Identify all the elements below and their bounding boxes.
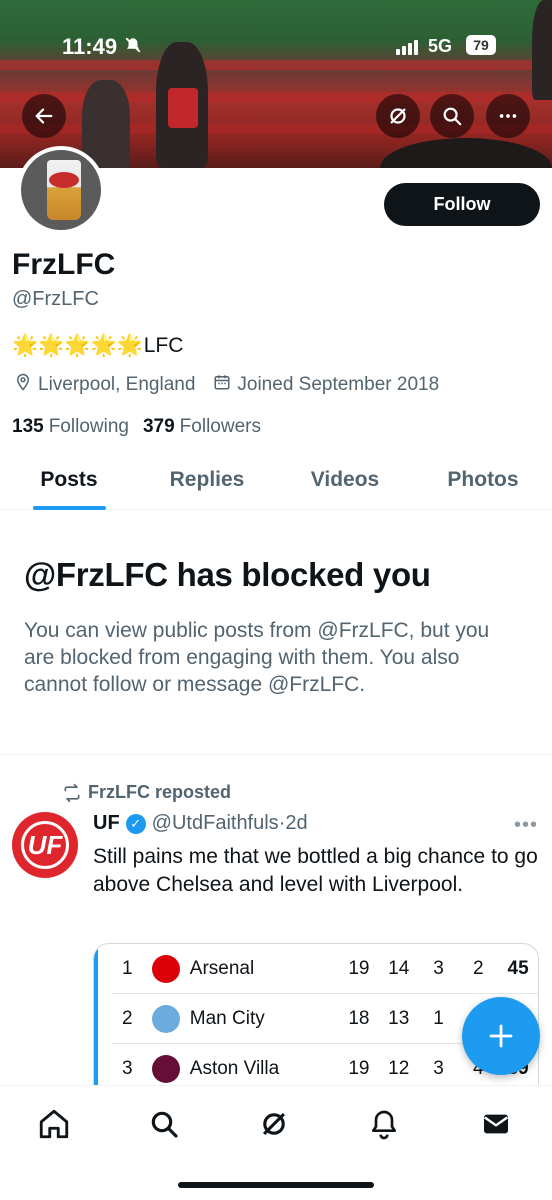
blocked-message: You can view public posts from @FrzLFC, … — [24, 619, 490, 696]
tweet-avatar[interactable]: UF — [12, 812, 78, 878]
mail-icon — [483, 1114, 509, 1134]
played: 19 — [348, 957, 370, 979]
profile-banner — [0, 0, 552, 168]
played: 19 — [348, 1058, 370, 1079]
repost-icon — [64, 783, 80, 802]
tweet-author-handle[interactable]: @UtdFaithfuls·2d — [152, 812, 308, 835]
tweet-text: Still pains me that we bottled a big cha… — [93, 845, 538, 896]
tab-videos[interactable]: Videos — [276, 456, 414, 509]
won: 12 — [388, 1058, 410, 1079]
search-icon — [443, 107, 462, 126]
tweet-more-icon[interactable]: ••• — [514, 814, 538, 837]
battery-indicator: 79 — [466, 35, 496, 55]
repost-indicator: FrzLFC reposted — [62, 782, 231, 803]
won: 14 — [388, 957, 410, 979]
tweet-author-name[interactable]: UF — [93, 812, 120, 835]
profile-meta: Liverpool, England Joined September 2018 — [14, 373, 457, 397]
tweet-header: UF ✓ @UtdFaithfuls·2d — [93, 812, 308, 835]
search-button[interactable] — [430, 94, 474, 138]
following-link[interactable]: 135 Following — [12, 416, 129, 438]
more-button[interactable] — [486, 94, 530, 138]
followers-link[interactable]: 379 Followers — [143, 416, 261, 438]
blocked-title: @FrzLFC has blocked you — [24, 556, 431, 593]
drawn: 1 — [433, 1007, 444, 1029]
pos: 1 — [122, 957, 133, 979]
profile-counts: 135 Following 379 Followers — [12, 416, 261, 438]
bio-stars: 🌟🌟🌟🌟🌟 — [12, 334, 143, 357]
status-bar: 11:49 5G 79 — [0, 32, 552, 62]
table-row: 1 Arsenal 19 14 3 2 45 — [112, 944, 538, 994]
location-icon — [14, 373, 32, 397]
nav-home[interactable] — [34, 1104, 74, 1144]
compose-button[interactable] — [462, 997, 540, 1075]
tab-replies[interactable]: Replies — [138, 456, 276, 509]
team-crest-icon — [151, 1055, 180, 1083]
profile-name: FrzLFC — [12, 248, 116, 281]
team-crest-icon — [151, 954, 180, 983]
played: 18 — [348, 1007, 370, 1029]
home-icon — [39, 1109, 69, 1139]
more-icon — [499, 114, 517, 118]
signal-icon — [396, 40, 418, 55]
back-button[interactable] — [22, 94, 66, 138]
lost: 2 — [473, 957, 484, 979]
drawn: 3 — [433, 1058, 444, 1079]
team-name: Man City — [189, 1007, 265, 1029]
home-indicator — [178, 1182, 374, 1188]
profile-bio: 🌟🌟🌟🌟🌟 LFC — [12, 334, 183, 358]
grok-icon — [390, 108, 406, 124]
bell-icon — [372, 1110, 396, 1140]
team-name: Aston Villa — [189, 1058, 280, 1079]
status-time: 11:49 — [62, 34, 118, 59]
won: 13 — [388, 1007, 410, 1029]
verified-icon: ✓ — [125, 813, 146, 834]
plus-icon — [489, 1024, 513, 1048]
profile-location: Liverpool, England — [38, 374, 196, 395]
team-crest-icon — [151, 1004, 180, 1033]
search-icon — [151, 1111, 178, 1138]
silent-mode-icon — [124, 36, 142, 59]
points: 45 — [507, 957, 529, 979]
nav-messages[interactable] — [476, 1104, 516, 1144]
drawn: 3 — [433, 957, 444, 979]
arrow-left-icon — [35, 108, 53, 124]
pos: 3 — [122, 1058, 133, 1079]
follow-button[interactable]: Follow — [384, 183, 540, 226]
calendar-icon — [213, 373, 231, 397]
profile-handle: @FrzLFC — [12, 288, 99, 310]
grok-icon — [262, 1112, 286, 1136]
bio-text: LFC — [143, 334, 184, 357]
tab-photos[interactable]: Photos — [414, 456, 552, 509]
profile-tabs: Posts Replies Videos Photos — [0, 456, 552, 510]
grok-button[interactable] — [376, 94, 420, 138]
pos: 2 — [122, 1007, 133, 1029]
nav-notifications[interactable] — [364, 1104, 404, 1144]
team-name: Arsenal — [189, 957, 255, 979]
profile-avatar[interactable] — [17, 146, 105, 234]
divider — [0, 754, 552, 755]
profile-joined: Joined September 2018 — [237, 374, 440, 395]
nav-search[interactable] — [144, 1104, 184, 1144]
nav-grok[interactable] — [254, 1104, 294, 1144]
network-type: 5G — [428, 36, 453, 56]
tab-posts[interactable]: Posts — [0, 456, 138, 510]
